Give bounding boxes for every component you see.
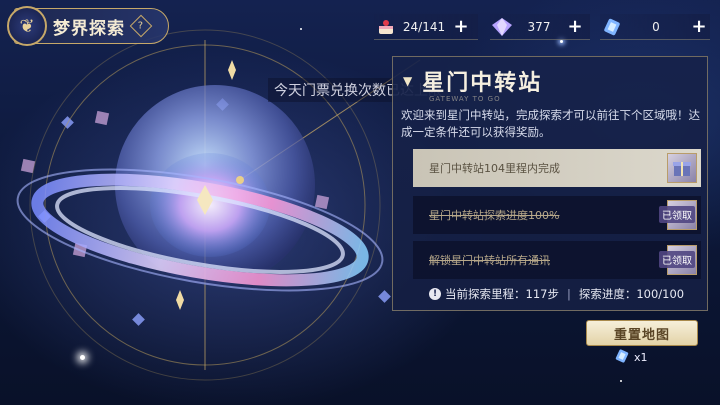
add-ticket-button[interactable]: + [688,16,710,37]
ticket-icon [614,348,630,367]
ticket-icon [600,15,624,39]
separator: | [566,287,571,301]
crystal-icon [490,15,514,39]
cake-count: 24/141 [402,19,446,34]
diamond-info-icon[interactable]: ? [129,14,153,38]
progress-label: 探索进度： [578,287,637,301]
floating-tile [72,242,88,258]
station-title: 星门中转站 [422,70,543,96]
sparkle-star [80,355,85,360]
title-tab: ❦ 梦界探索 ? [7,6,169,46]
task-label: 星门中转站104里程内完成 [429,162,560,175]
task-item-progress: 星门中转站探索进度100% 已领取 [413,196,701,234]
claimed-badge: 已领取 [659,251,695,268]
station-description: 欢迎来到星门中转站，完成探索才可以前往下个区域哦！达成一定条件还可以获得奖励。 [401,108,700,139]
floating-tile [94,110,110,126]
reset-cost: x1 [614,348,648,367]
ticket-count: 0 [652,19,660,34]
mileage-value: 117步 [525,287,559,301]
station-subtitle: GATEWAY TO GO [429,95,501,103]
claimed-badge: 已领取 [659,206,695,223]
progress-value: 100/100 [636,287,685,301]
butterfly-emblem-icon: ❦ [7,6,47,46]
exclamation-icon: ! [429,288,441,300]
gift-box-icon[interactable] [667,153,697,183]
reset-map-button[interactable]: 重置地图 [586,320,698,346]
small-star [560,40,563,43]
floating-tile [20,158,36,174]
task-item-communication: 解锁星门中转站所有通讯 已领取 [413,241,701,279]
resource-cake: 24/141 + [374,14,478,40]
reset-cost-value: x1 [634,351,648,364]
cake-icon [374,15,398,39]
small-star [620,380,622,382]
task-item-mileage[interactable]: 星门中转站104里程内完成 [413,149,701,187]
page-title: 梦界探索 [53,18,125,39]
add-crystal-button[interactable]: + [564,16,586,37]
panel-header[interactable]: ▼ 星门中转站 [403,65,542,97]
resource-crystal: 377 + [490,14,590,40]
collapse-arrow-icon[interactable]: ▼ [403,74,412,88]
exploration-progress: ! 当前探索里程： 117步 | 探索进度： 100/100 [429,286,684,302]
mileage-label: 当前探索里程： [445,287,526,301]
task-label: 解锁星门中转站所有通讯 [429,254,550,267]
station-info-panel: ▼ 星门中转站 GATEWAY TO GO 欢迎来到星门中转站，完成探索才可以前… [392,56,708,311]
floating-tile [314,194,330,210]
crystal-count: 377 [527,19,551,34]
task-label: 星门中转站探索进度100% [429,209,560,222]
add-cake-button[interactable]: + [450,16,472,37]
small-star [300,28,302,30]
resource-ticket: 0 + [600,14,710,40]
